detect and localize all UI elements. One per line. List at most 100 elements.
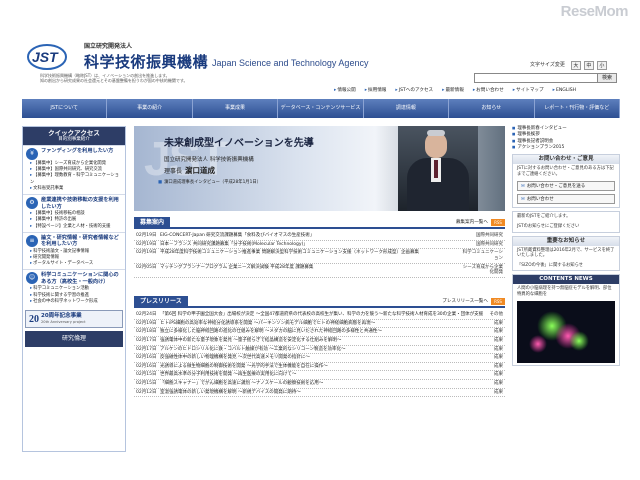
quick-access-heading: クイックアクセス <box>23 129 125 137</box>
item-date: 02月24日 <box>134 312 160 318</box>
watermark-logo: ReseMom <box>561 3 628 20</box>
item-date: 02月17日 <box>134 347 160 353</box>
item-title[interactable]: 世界最高水準の分子利用技術を開発 ～再生医療の実用化に向けて～ <box>160 372 487 378</box>
contents-news-box: CONTENTS NEWS 人間の小脳病理を持つ無脳症モデルを解明、部位特異的な… <box>512 274 620 366</box>
list-item[interactable]: 02月24日「第6回 科学の甲子園全国大会」出場校が決定 ～全国47都道府県の代… <box>134 311 505 320</box>
qa-link[interactable]: 【募集中】理数教育・科学コミュニケーション <box>26 173 122 185</box>
item-title[interactable]: 強誘電体中の新たな量子現象を発見 ～量子揺らぎで結晶構造を安定化する仕組みを解明… <box>160 338 487 344</box>
book-icon: ≡ <box>26 235 38 247</box>
item-title[interactable]: 反強磁性体中の新しい物理機構を発見 ～次世代高速メモリ開発の指針に～ <box>160 355 487 361</box>
search-button[interactable]: 検索 <box>597 73 617 83</box>
list-item[interactable]: 02月15日世界最高水準の分子利用技術を開発 ～再生医療の実用化に向けて～成果 <box>134 371 505 380</box>
list-item[interactable]: 02月16日反強磁性体中の新しい物理機構を発見 ～次世代高速メモリ開発の指針に～… <box>134 354 505 363</box>
item-title[interactable]: 独立に多様化した脳神経回路の進化の仕組みを解明 ～メダカの脳に見いだされた神経回… <box>160 329 487 335</box>
item-title[interactable]: ヒトiPS細胞の高効率な神経分化誘導系を開発 ～パーキンソン病モデル細胞でヒトの… <box>160 321 487 327</box>
anniversary-subtitle: 20th Anniversary project <box>41 320 86 324</box>
list-item[interactable]: 02月16日光誘導による微生物細胞の制御技術を開発 ～光学的手法で生体機能を自在… <box>134 363 505 372</box>
gnav-item[interactable]: データベース・コンテンツサービス <box>278 99 363 118</box>
contact-button[interactable]: お問い合わせ <box>517 194 615 204</box>
qa-section-head: ⚙産業連携や技術移転の支援を利用したい方 <box>26 197 122 210</box>
util-link[interactable]: サイトマップ <box>513 88 544 94</box>
list-item[interactable]: 02月15日「細胞スキャナー」でがん細胞を高速に識別 ～ナノスケールの観察技術を… <box>134 380 505 389</box>
press-more-link[interactable]: プレスリリース一覧へ <box>442 299 488 305</box>
gnav-item[interactable]: お知らせ <box>449 99 534 118</box>
list-item[interactable]: 02月19日ヒトiPS細胞の高効率な神経分化誘導系を開発 ～パーキンソン病モデル… <box>134 320 505 329</box>
list-item[interactable]: 02月19日平成28年度科学技術コミュニケーション推進事業 問題解決型科学技術コ… <box>134 249 505 263</box>
portrait-hair <box>427 130 445 136</box>
item-title[interactable]: マッチングプランナープログラム 企業ニーズ解決試験 平成28年度 課題募集 <box>160 265 459 271</box>
qa-section-title[interactable]: 論文・研究情報・研究者情報などを利用したい方 <box>41 235 122 248</box>
item-title[interactable]: EIG-CONCERT-Japan 研究交流課題募集「食料及びバイオマスの生産技… <box>160 233 459 239</box>
font-size-medium-button[interactable]: 中 <box>584 61 594 70</box>
util-link[interactable]: 最新情報 <box>442 88 464 94</box>
qa-section-funding: ¥ファンディングを利用したい方 【募集中】シーズ育成から企業化開発 【募集中】国… <box>23 145 125 194</box>
qa-link[interactable]: 文科省受託事業 <box>26 186 122 192</box>
hero-caption-link[interactable]: 濵口道成理事長インタビュー（平成28年1月1日） <box>158 180 261 185</box>
item-title[interactable]: 室温強誘電体の新しい発現機構を解明 ～新規デバイスの開発に期待～ <box>160 390 487 396</box>
notice-text[interactable]: JST所蔵資料整理は2016年2月で、サービスを終了いたしました。 <box>513 246 619 261</box>
list-item[interactable]: 02月19日日本－フランス 共同研究課題募集「分子技術(Molecular Te… <box>134 241 505 250</box>
list-item[interactable]: 02月17日強誘電体中の新たな量子現象を発見 ～量子揺らぎで結晶構造を安定化する… <box>134 337 505 346</box>
research-ethics-banner[interactable]: 研究倫理 <box>25 331 123 347</box>
site-header: JST 国立研究開発法人 科学技術振興機構 Japan Science and … <box>22 40 620 94</box>
util-link[interactable]: JSTへのアクセス <box>395 88 433 94</box>
font-size-small-button[interactable]: 小 <box>597 61 607 70</box>
qa-link[interactable]: ポータルサイト・データベース <box>26 261 122 267</box>
list-item[interactable]: 02月05日マッチングプランナープログラム 企業ニーズ解決試験 平成28年度 課… <box>134 264 505 278</box>
fluorescence-spot <box>569 331 589 351</box>
gnav-item[interactable]: 事業の紹介 <box>107 99 192 118</box>
item-date: 02月19日 <box>134 250 160 256</box>
item-title[interactable]: 光誘導による微生物細胞の制御技術を開発 ～光学的手法で生体機能を自在に操作～ <box>160 364 487 370</box>
quick-access-title: クイックアクセス 目的別事業紹介 <box>23 127 125 145</box>
contents-news-text[interactable]: 人間の小脳病理を持つ無脳症モデルを解明、部位特異的な細胞を <box>513 284 619 299</box>
search-input[interactable] <box>474 73 616 83</box>
gnav-item[interactable]: JSTについて <box>22 99 107 118</box>
item-date: 02月16日 <box>134 355 160 361</box>
qa-section-title[interactable]: 科学コミュニケーションに関心のある方（高校生・一般向け） <box>41 272 122 285</box>
hero-role-line: 理事長濵口道成 <box>164 166 215 176</box>
people-icon: ☺ <box>26 272 38 284</box>
gnav-item[interactable]: 調達情報 <box>364 99 449 118</box>
boshu-more-link[interactable]: 募集案内一覧へ <box>456 220 488 226</box>
rss-icon[interactable]: RSS <box>491 219 505 226</box>
jst-logo[interactable]: JST <box>26 42 68 72</box>
microscopy-image[interactable] <box>517 301 615 363</box>
gnav-item[interactable]: レポート・刊行物・評価など <box>535 99 620 118</box>
portrait-tie <box>434 160 438 178</box>
item-title[interactable]: 「第6回 科学の甲子園全国大会」出場校が決定 ～全国47都道府県の代表校の高校生… <box>160 312 487 318</box>
util-link[interactable]: 情報公開 <box>334 88 356 94</box>
item-category: 成果 <box>487 390 505 396</box>
list-item[interactable]: 02月19日EIG-CONCERT-Japan 研究交流課題募集「食料及びバイオ… <box>134 232 505 241</box>
item-title[interactable]: 日本－フランス 共同研究課題募集「分子技術(Molecular Technolo… <box>160 242 459 248</box>
list-item[interactable]: 02月17日アルケンのヒドロシリル化に鉄・コバルト触媒が有効 ～工業的なシリコー… <box>134 346 505 355</box>
item-category: 成果 <box>487 347 505 353</box>
qa-section-head: ¥ファンディングを利用したい方 <box>26 148 122 160</box>
org-name-en: Japan Science and Technology Agency <box>212 58 368 68</box>
qa-section-title[interactable]: 産業連携や技術移転の支援を利用したい方 <box>41 197 122 210</box>
qa-link[interactable]: 【特設ページ】企業と人材・技術的支援 <box>26 224 122 230</box>
list-item[interactable]: 02月18日独立に多様化した脳神経回路の進化の仕組みを解明 ～メダカの脳に見いだ… <box>134 328 505 337</box>
qa-section-title[interactable]: ファンディングを利用したい方 <box>41 148 113 155</box>
anniversary-banner[interactable]: 20 20周年記念事業 20th Anniversary project <box>25 310 123 328</box>
tagline-line: 知の創出から研究成果の社会還元とその基盤整備を担うわが国の中核的機関です。 <box>40 78 300 83</box>
contact-text: JSTに対するお問い合わせ・ご意見のある方は下記までご連絡ください。 <box>513 164 619 179</box>
contact-send-button[interactable]: お問い合わせ・ご意見を送る <box>517 181 615 191</box>
gnav-item[interactable]: 事業成果 <box>193 99 278 118</box>
item-category: その他 <box>487 312 505 318</box>
util-link[interactable]: お問い合わせ <box>473 88 504 94</box>
util-link[interactable]: ENGLISH <box>553 88 577 94</box>
util-link[interactable]: 採用情報 <box>365 88 387 94</box>
notice-text[interactable]: 「SIZOの今後」に関するお知らせ <box>513 261 619 271</box>
item-date: 02月17日 <box>134 338 160 344</box>
item-title[interactable]: アルケンのヒドロシリル化に鉄・コバルト触媒が有効 ～工業的なシリコーン製造を効率… <box>160 347 487 353</box>
hero-banner[interactable]: JST 未来創成型イノベーションを先導 国立研究開発法人 科学技術振興機構 理事… <box>134 126 505 211</box>
item-title[interactable]: 平成28年度科学技術コミュニケーション推進事業 問題解決型科学技術コミュニケーシ… <box>160 250 459 256</box>
item-title[interactable]: 「細胞スキャナー」でがん細胞を高速に識別 ～ナノスケールの観察技術を応用～ <box>160 381 487 387</box>
rss-icon[interactable]: RSS <box>491 298 505 305</box>
list-item[interactable]: 02月12日室温強誘電体の新しい発現機構を解明 ～新規デバイスの開発に期待～成果 <box>134 389 505 398</box>
font-size-large-button[interactable]: 大 <box>571 61 581 70</box>
qa-link[interactable]: 社会の中の科学ネットワーク形成 <box>26 299 122 305</box>
president-link[interactable]: アクションプラン2015 <box>512 145 620 151</box>
utility-links: 情報公開 採用情報 JSTへのアクセス 最新情報 お問い合わせ サイトマップ E… <box>334 88 576 94</box>
mail-register-link[interactable]: JSTのお知らせにご登録ください <box>513 222 619 232</box>
